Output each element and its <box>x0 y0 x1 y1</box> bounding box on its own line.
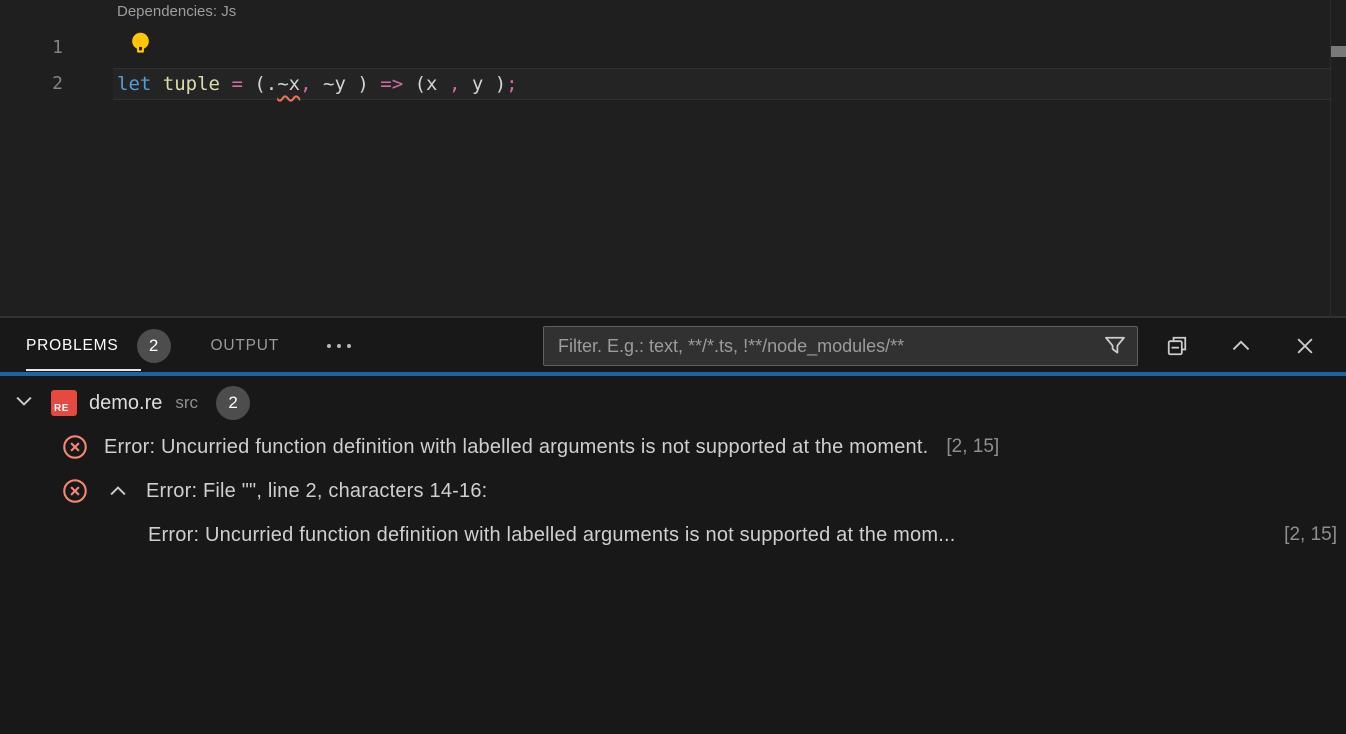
file-name: demo.re <box>89 392 162 415</box>
file-problems-badge: 2 <box>216 386 250 420</box>
close-panel-button[interactable] <box>1294 335 1316 357</box>
code-token-error-squiggle: ~x <box>277 73 300 95</box>
ellipsis-icon <box>325 337 353 355</box>
problem-row[interactable]: Error: File "", line 2, characters 14-16… <box>0 469 1346 513</box>
lightbulb-icon[interactable] <box>129 31 152 57</box>
problem-position: [2, 15] <box>946 436 999 458</box>
code-token: ; <box>506 73 517 95</box>
problem-message: Error: Uncurried function definition wit… <box>148 524 956 547</box>
problem-message: Error: Uncurried function definition wit… <box>104 436 928 459</box>
vscode-window: Dependencies: Js 1 2 let tuple = (.~x, ~… <box>0 0 1346 734</box>
chevron-up-icon[interactable] <box>106 480 130 502</box>
code-editor[interactable]: Dependencies: Js 1 2 let tuple = (.~x, ~… <box>0 0 1346 318</box>
code-token: tuple <box>163 73 220 95</box>
code-token: let <box>117 73 151 95</box>
problems-list: RE demo.re src 2 Error: Uncurried functi… <box>0 376 1346 557</box>
panel-header: PROBLEMS 2 OUTPUT <box>0 320 1346 372</box>
code-token: (x <box>415 73 449 95</box>
problem-position: [2, 15] <box>1284 524 1337 546</box>
filter-funnel-icon[interactable] <box>1103 334 1127 358</box>
tab-problems[interactable]: PROBLEMS 2 <box>26 329 171 363</box>
scrollbar-marker[interactable] <box>1331 46 1346 57</box>
code-token: => <box>380 73 403 95</box>
error-icon <box>62 434 88 460</box>
active-tab-underline <box>26 369 141 371</box>
reason-file-icon: RE <box>51 390 77 416</box>
codelens-label[interactable]: Dependencies: Js <box>117 3 236 20</box>
filter-input[interactable] <box>558 336 1103 357</box>
tab-output-label: OUTPUT <box>211 337 280 355</box>
problem-message: Error: File "", line 2, characters 14-16… <box>146 480 487 503</box>
code-line-2[interactable]: let tuple = (.~x, ~y ) => (x , y ); <box>117 68 518 100</box>
tab-output[interactable]: OUTPUT <box>211 337 280 355</box>
problems-count-badge: 2 <box>137 329 171 363</box>
error-icon <box>62 478 88 504</box>
problems-filter <box>543 326 1138 366</box>
line-number-1[interactable]: 1 <box>0 37 63 58</box>
problems-file-row[interactable]: RE demo.re src 2 <box>0 381 1346 425</box>
code-token: (. <box>254 73 277 95</box>
bottom-panel: PROBLEMS 2 OUTPUT <box>0 320 1346 734</box>
code-token: ~y <box>323 73 357 95</box>
file-directory: src <box>175 393 198 413</box>
tab-problems-label: PROBLEMS <box>26 337 119 355</box>
chevron-down-icon[interactable] <box>13 390 35 417</box>
panel-actions <box>1166 335 1316 357</box>
problem-row[interactable]: Error: Uncurried function definition wit… <box>0 425 1346 469</box>
code-token: = <box>231 73 242 95</box>
restore-panel-button[interactable] <box>1166 335 1188 357</box>
problem-row-continuation[interactable]: Error: Uncurried function definition wit… <box>0 513 1346 557</box>
maximize-panel-button[interactable] <box>1230 335 1252 357</box>
line-number-2[interactable]: 2 <box>0 73 63 94</box>
more-views-button[interactable] <box>325 337 353 355</box>
